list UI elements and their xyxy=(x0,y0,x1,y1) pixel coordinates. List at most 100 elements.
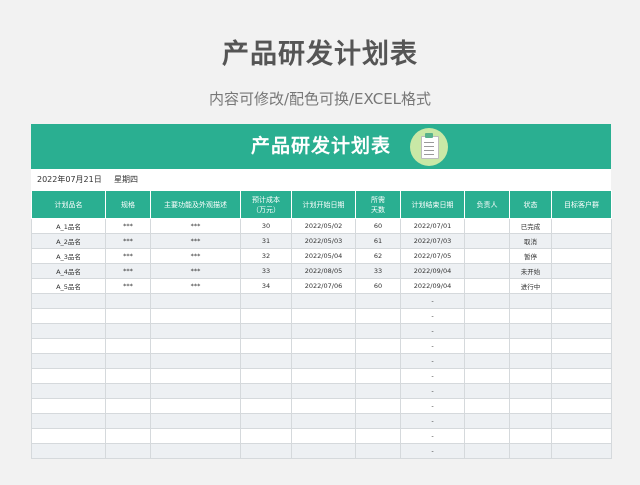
table-cell[interactable] xyxy=(240,428,292,444)
table-cell[interactable]: 进行中 xyxy=(509,278,552,294)
table-cell[interactable] xyxy=(355,428,401,444)
table-cell[interactable] xyxy=(551,428,612,444)
table-cell[interactable] xyxy=(105,428,151,444)
column-header[interactable]: 所需 天数 xyxy=(355,190,401,219)
table-cell[interactable] xyxy=(509,323,552,339)
table-cell[interactable] xyxy=(551,233,612,249)
column-header[interactable]: 计划结束日期 xyxy=(400,190,465,219)
table-cell[interactable] xyxy=(355,323,401,339)
table-cell[interactable]: 2022/07/01 xyxy=(400,218,465,234)
table-cell[interactable] xyxy=(291,353,356,369)
table-cell[interactable]: 2022/09/04 xyxy=(400,278,465,294)
table-cell[interactable] xyxy=(31,338,106,354)
table-cell[interactable]: *** xyxy=(105,233,151,249)
table-cell[interactable] xyxy=(31,353,106,369)
column-header[interactable]: 计划开始日期 xyxy=(291,190,356,219)
table-cell[interactable]: 32 xyxy=(240,248,292,264)
table-cell[interactable] xyxy=(291,413,356,429)
table-cell[interactable] xyxy=(150,293,241,309)
table-cell[interactable]: 暂停 xyxy=(509,248,552,264)
table-cell[interactable] xyxy=(105,368,151,384)
table-cell[interactable] xyxy=(551,368,612,384)
table-cell[interactable]: 62 xyxy=(355,248,401,264)
table-cell[interactable] xyxy=(291,293,356,309)
table-cell[interactable] xyxy=(150,443,241,459)
table-cell[interactable] xyxy=(464,368,510,384)
table-cell[interactable] xyxy=(464,293,510,309)
table-cell[interactable] xyxy=(291,308,356,324)
table-cell[interactable]: - xyxy=(400,293,465,309)
table-cell[interactable] xyxy=(464,383,510,399)
table-cell[interactable] xyxy=(240,443,292,459)
table-cell[interactable]: *** xyxy=(150,233,241,249)
table-cell[interactable]: 已完成 xyxy=(509,218,552,234)
table-cell[interactable] xyxy=(355,338,401,354)
table-cell[interactable]: A_5品名 xyxy=(31,278,106,294)
table-cell[interactable]: *** xyxy=(150,248,241,264)
table-cell[interactable] xyxy=(355,293,401,309)
table-cell[interactable] xyxy=(355,443,401,459)
table-cell[interactable] xyxy=(105,383,151,399)
column-header[interactable]: 规格 xyxy=(105,190,151,219)
table-cell[interactable]: *** xyxy=(150,218,241,234)
table-cell[interactable] xyxy=(464,443,510,459)
table-cell[interactable] xyxy=(464,413,510,429)
table-cell[interactable] xyxy=(464,323,510,339)
table-cell[interactable]: 2022/07/05 xyxy=(400,248,465,264)
table-cell[interactable]: 60 xyxy=(355,218,401,234)
table-cell[interactable]: A_3品名 xyxy=(31,248,106,264)
table-cell[interactable] xyxy=(31,323,106,339)
table-cell[interactable]: - xyxy=(400,353,465,369)
table-cell[interactable] xyxy=(355,368,401,384)
table-cell[interactable] xyxy=(355,308,401,324)
table-cell[interactable] xyxy=(150,368,241,384)
table-cell[interactable]: 60 xyxy=(355,278,401,294)
table-cell[interactable] xyxy=(509,443,552,459)
table-cell[interactable]: *** xyxy=(105,278,151,294)
table-cell[interactable] xyxy=(355,413,401,429)
table-cell[interactable] xyxy=(240,398,292,414)
table-cell[interactable]: 2022/07/03 xyxy=(400,233,465,249)
table-cell[interactable] xyxy=(240,413,292,429)
table-cell[interactable] xyxy=(150,398,241,414)
table-cell[interactable] xyxy=(150,353,241,369)
table-cell[interactable]: - xyxy=(400,383,465,399)
table-cell[interactable] xyxy=(240,293,292,309)
table-cell[interactable]: - xyxy=(400,443,465,459)
table-cell[interactable] xyxy=(105,443,151,459)
table-cell[interactable] xyxy=(509,293,552,309)
table-cell[interactable] xyxy=(150,383,241,399)
table-cell[interactable] xyxy=(291,428,356,444)
table-cell[interactable]: - xyxy=(400,413,465,429)
table-cell[interactable]: 2022/05/04 xyxy=(291,248,356,264)
table-cell[interactable] xyxy=(509,413,552,429)
column-header[interactable]: 计划品名 xyxy=(31,190,106,219)
table-cell[interactable] xyxy=(551,323,612,339)
table-cell[interactable] xyxy=(464,338,510,354)
table-cell[interactable]: A_4品名 xyxy=(31,263,106,279)
table-cell[interactable] xyxy=(105,413,151,429)
table-cell[interactable] xyxy=(509,368,552,384)
table-cell[interactable] xyxy=(464,278,510,294)
table-cell[interactable] xyxy=(551,398,612,414)
table-cell[interactable]: 取消 xyxy=(509,233,552,249)
table-cell[interactable]: *** xyxy=(105,218,151,234)
table-cell[interactable] xyxy=(291,323,356,339)
column-header[interactable]: 状态 xyxy=(509,190,552,219)
table-cell[interactable] xyxy=(240,338,292,354)
column-header[interactable]: 目标客户群 xyxy=(551,190,612,219)
table-cell[interactable]: - xyxy=(400,428,465,444)
table-cell[interactable] xyxy=(551,443,612,459)
table-cell[interactable] xyxy=(551,353,612,369)
table-cell[interactable] xyxy=(105,308,151,324)
table-cell[interactable] xyxy=(355,383,401,399)
table-cell[interactable] xyxy=(150,413,241,429)
table-cell[interactable] xyxy=(551,308,612,324)
table-cell[interactable] xyxy=(31,413,106,429)
table-cell[interactable] xyxy=(551,263,612,279)
table-cell[interactable]: *** xyxy=(105,248,151,264)
table-cell[interactable] xyxy=(509,308,552,324)
table-cell[interactable] xyxy=(31,398,106,414)
column-header[interactable]: 主要功能及外观描述 xyxy=(150,190,241,219)
table-cell[interactable] xyxy=(150,323,241,339)
